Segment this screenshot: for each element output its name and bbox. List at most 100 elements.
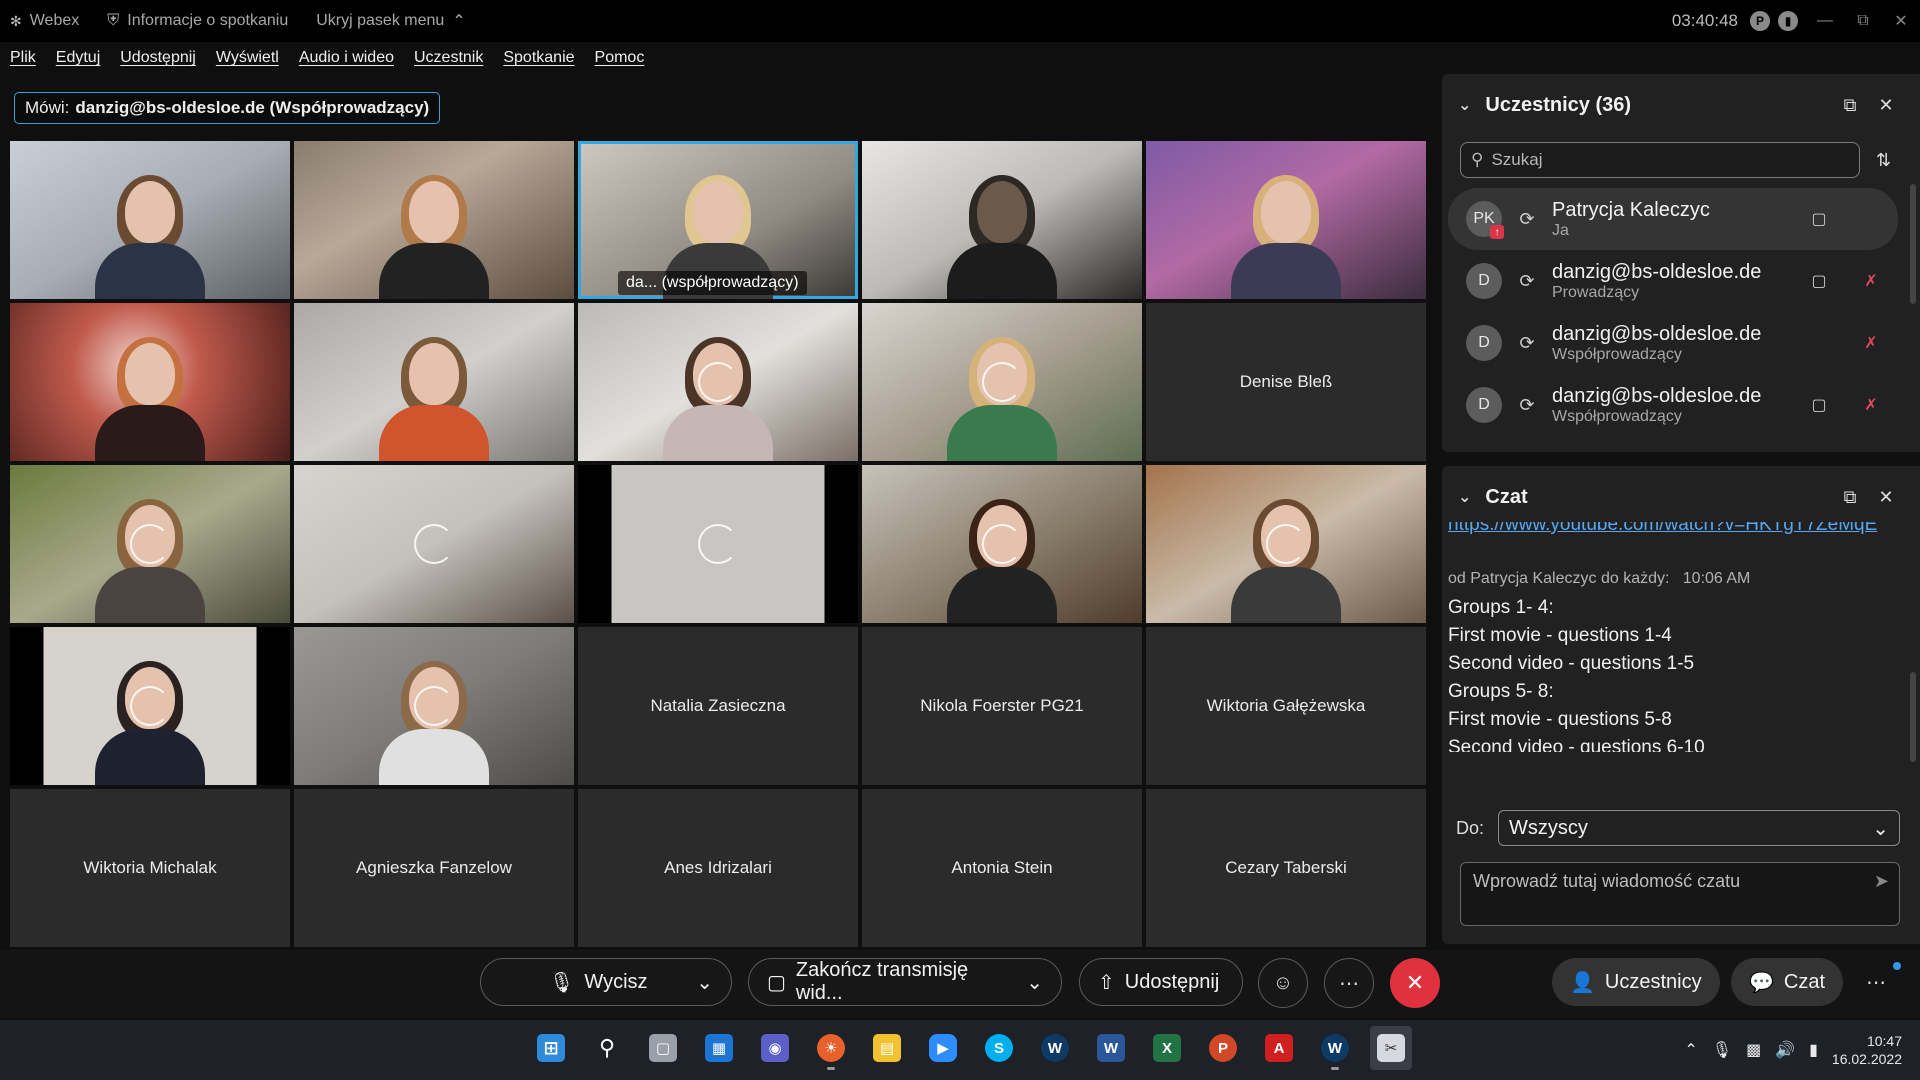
zoom-icon[interactable]: ▶ <box>922 1026 964 1070</box>
menu-participant[interactable]: Uczestnik <box>414 49 483 67</box>
restore-button[interactable]: ⧉ <box>1844 0 1882 42</box>
popout-icon[interactable]: ⧉ <box>1832 95 1868 116</box>
hide-menu-button[interactable]: Ukryj pasek menu ⌃ <box>316 11 465 31</box>
participant-video <box>947 499 1057 623</box>
leave-meeting-button[interactable]: ✕ <box>1390 958 1440 1008</box>
title-bar: ✻ Webex ⛨ Informacje o spotkaniu Ukryj p… <box>0 0 1920 42</box>
volume-icon[interactable]: 🔊 <box>1775 1040 1795 1060</box>
video-tile[interactable] <box>578 303 858 461</box>
camera-icon[interactable]: ▢ <box>1808 209 1830 229</box>
skype-icon[interactable]: S <box>978 1026 1020 1070</box>
menu-edit[interactable]: Edytuj <box>56 49 100 67</box>
video-tile-no-video[interactable]: Antonia Stein <box>862 789 1142 947</box>
sort-icon[interactable]: ⇅ <box>1876 150 1891 171</box>
participant-row[interactable]: D ⟳ danzig@bs-oldesloe.de Współprowadząc… <box>1448 374 1898 436</box>
chevron-up-icon[interactable]: ⌃ <box>1684 1040 1697 1060</box>
chat-link[interactable]: https://www.youtube.com/watch?v=HKTgT7Ze… <box>1448 522 1898 536</box>
chat-recipient-select[interactable]: Wszyscy ⌄ <box>1498 810 1901 846</box>
firefox-icon[interactable]: ☀ <box>810 1026 852 1070</box>
collapse-chevron-icon[interactable]: ⌄ <box>1458 487 1471 507</box>
video-tile[interactable] <box>862 141 1142 299</box>
menu-view[interactable]: Wyświetl <box>216 49 279 67</box>
meeting-info-button[interactable]: ⛨ Informacje o spotkaniu <box>107 12 288 30</box>
webex-icon[interactable]: W <box>1034 1026 1076 1070</box>
participant-row[interactable]: D ⟳ danzig@bs-oldesloe.de Współprowadząc… <box>1448 312 1898 374</box>
participant-row[interactable]: PK ↑ ⟳ Patrycja Kaleczyc Ja ▢ <box>1448 188 1898 250</box>
video-tile[interactable] <box>10 465 290 623</box>
more-options-button[interactable]: ⋯ <box>1324 958 1374 1008</box>
webex-meetings-icon[interactable]: W <box>1314 1026 1356 1070</box>
mic-muted-icon[interactable]: ✗ <box>1860 271 1882 291</box>
share-button[interactable]: ⇧ Udostępnij <box>1079 958 1243 1006</box>
video-tile[interactable] <box>294 141 574 299</box>
excel-icon[interactable]: X <box>1146 1026 1188 1070</box>
menu-help[interactable]: Pomoc <box>595 49 645 67</box>
network-status-icon[interactable]: P <box>1750 11 1770 31</box>
video-tile[interactable] <box>294 303 574 461</box>
popout-icon[interactable]: ⧉ <box>1832 487 1868 508</box>
wifi-icon[interactable]: ▩ <box>1746 1040 1761 1060</box>
video-tile-no-video[interactable]: Denise Bleß <box>1146 303 1426 461</box>
video-tile-active-speaker[interactable]: da... (współprowadzący) <box>578 141 858 299</box>
word-icon[interactable]: W <box>1090 1026 1132 1070</box>
powerpoint-icon[interactable]: P <box>1202 1026 1244 1070</box>
chevron-down-icon[interactable]: ⌄ <box>696 970 713 995</box>
participant-row[interactable]: D ⟳ danzig@bs-oldesloe.de Prowadzący ▢ ✗ <box>1448 250 1898 312</box>
acrobat-icon[interactable]: A <box>1258 1026 1300 1070</box>
menu-share[interactable]: Udostępnij <box>120 49 196 67</box>
widgets-icon[interactable]: ▦ <box>698 1026 740 1070</box>
video-tile[interactable] <box>578 465 858 623</box>
panel-more-icon[interactable]: ⋯ <box>1866 970 1886 995</box>
video-tile[interactable] <box>10 141 290 299</box>
mute-button[interactable]: 🎙 Wycisz ⌄ <box>480 958 732 1006</box>
taskbar-clock[interactable]: 10:47 16.02.2022 <box>1832 1032 1902 1068</box>
reactions-button[interactable]: ☺ <box>1258 958 1308 1008</box>
close-window-button[interactable]: ✕ <box>1882 0 1920 42</box>
video-tile[interactable] <box>294 465 574 623</box>
video-tile-no-video[interactable]: Agnieszka Fanzelow <box>294 789 574 947</box>
statistics-icon[interactable]: ▮ <box>1778 11 1798 31</box>
video-tile-no-video[interactable]: Wiktoria Michalak <box>10 789 290 947</box>
close-icon[interactable]: ✕ <box>1868 95 1904 116</box>
mic-muted-icon[interactable]: ✗ <box>1860 333 1882 353</box>
video-tile-no-video[interactable]: Natalia Zasieczna <box>578 627 858 785</box>
video-tile[interactable] <box>862 465 1142 623</box>
video-tile[interactable] <box>294 627 574 785</box>
chat-scrollbar[interactable] <box>1910 672 1916 762</box>
video-tile[interactable] <box>1146 141 1426 299</box>
start-icon[interactable]: ⊞ <box>530 1026 572 1070</box>
sync-icon: ⟳ <box>1519 208 1535 229</box>
video-tile[interactable] <box>10 627 290 785</box>
video-tile-no-video[interactable]: Anes Idrizalari <box>578 789 858 947</box>
chevron-down-icon[interactable]: ⌄ <box>1026 970 1043 995</box>
participants-scrollbar[interactable] <box>1910 184 1916 304</box>
menu-audio-video[interactable]: Audio i wideo <box>299 49 394 67</box>
video-tile[interactable] <box>862 303 1142 461</box>
file-explorer-icon[interactable]: ▤ <box>866 1026 908 1070</box>
close-icon[interactable]: ✕ <box>1868 487 1904 508</box>
video-tile[interactable] <box>10 303 290 461</box>
task-view-icon[interactable]: ▢ <box>642 1026 684 1070</box>
stop-video-button[interactable]: ▢ Zakończ transmisję wid... ⌄ <box>748 958 1062 1006</box>
mic-muted-icon[interactable]: ✗ <box>1860 395 1882 415</box>
chat-input[interactable]: Wprowadź tutaj wiadomość czatu ➤ <box>1460 862 1900 926</box>
send-icon[interactable]: ➤ <box>1874 871 1889 892</box>
microphone-icon[interactable]: 🎙 <box>1712 1040 1732 1060</box>
battery-icon[interactable]: ▮ <box>1809 1040 1818 1060</box>
search-icon[interactable]: ⚲ <box>586 1026 628 1070</box>
participants-tab-button[interactable]: 👤 Uczestnicy <box>1552 958 1720 1006</box>
chat-tab-button[interactable]: 💬 Czat <box>1731 958 1844 1006</box>
collapse-chevron-icon[interactable]: ⌄ <box>1458 95 1471 115</box>
camera-icon[interactable]: ▢ <box>1808 395 1830 415</box>
video-tile-no-video[interactable]: Nikola Foerster PG21 <box>862 627 1142 785</box>
video-tile-no-video[interactable]: Cezary Taberski <box>1146 789 1426 947</box>
teams-chat-icon[interactable]: ◉ <box>754 1026 796 1070</box>
menu-file[interactable]: Plik <box>10 49 36 67</box>
snipping-tool-icon[interactable]: ✂ <box>1370 1026 1412 1070</box>
participant-search-input[interactable]: ⚲ Szukaj <box>1460 142 1860 178</box>
video-tile-no-video[interactable]: Wiktoria Gałężewska <box>1146 627 1426 785</box>
minimize-button[interactable]: — <box>1806 0 1844 42</box>
video-tile[interactable] <box>1146 465 1426 623</box>
camera-icon[interactable]: ▢ <box>1808 271 1830 291</box>
menu-meeting[interactable]: Spotkanie <box>503 49 574 67</box>
